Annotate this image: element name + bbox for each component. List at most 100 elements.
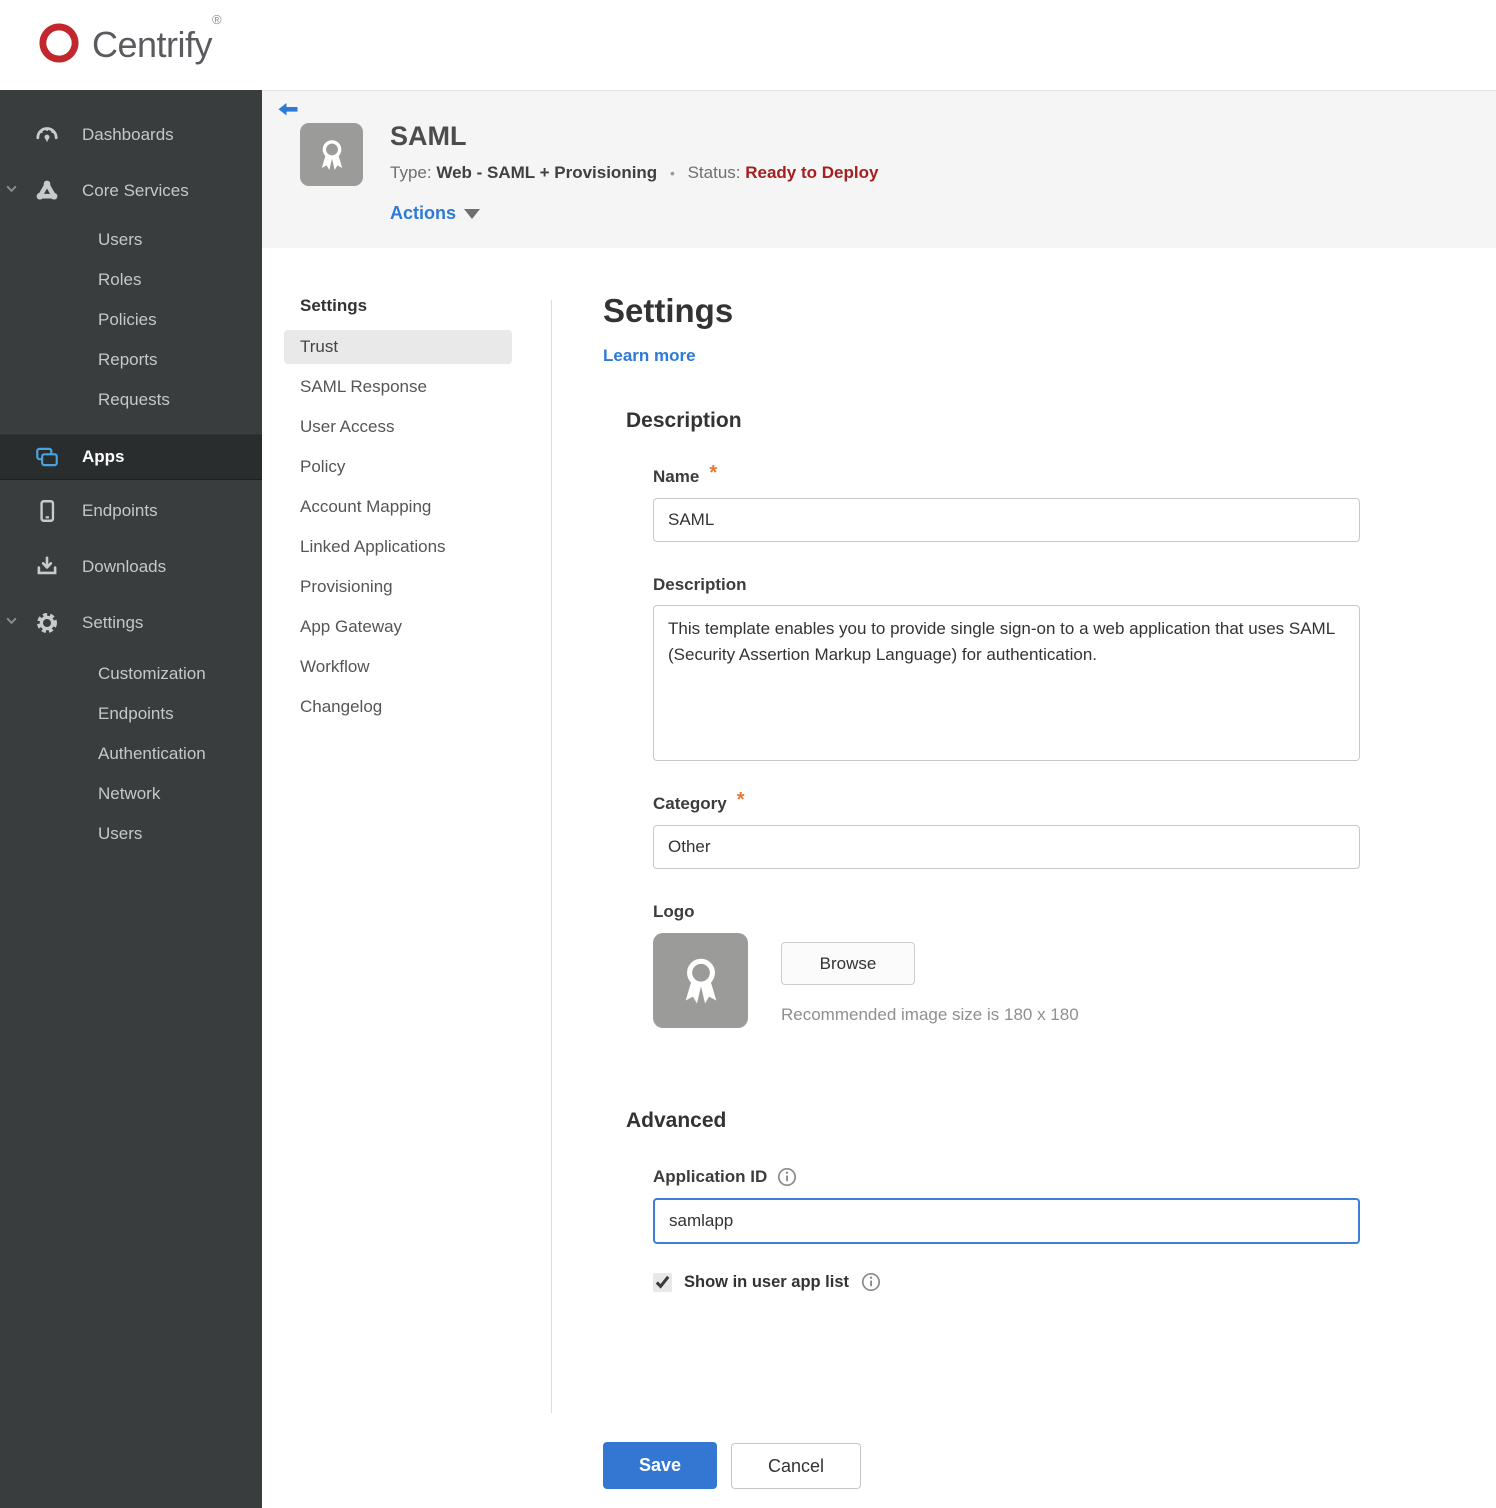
- sidebar-item-label: Network: [98, 784, 161, 803]
- name-label-row: Name *: [653, 462, 1373, 488]
- sidebar-item-endpoints-settings[interactable]: Endpoints: [0, 694, 262, 734]
- top-bar: Centrify®: [0, 0, 1496, 90]
- gauge-icon: [34, 122, 60, 148]
- application-id-label: Application ID: [653, 1167, 768, 1186]
- actions-menu-button[interactable]: Actions: [390, 203, 481, 224]
- sidebar-item-dashboards[interactable]: Dashboards: [0, 112, 262, 158]
- description-label-row: Description: [653, 574, 1373, 596]
- sidebar-item-label: Authentication: [98, 744, 206, 763]
- app-header: SAML Type: Web - SAML + Provisioning • S…: [262, 90, 1496, 248]
- form-footer: Save Cancel: [603, 1442, 1373, 1489]
- sidebar-item-label: Customization: [98, 664, 206, 683]
- subnav-item-account-mapping[interactable]: Account Mapping: [284, 487, 512, 527]
- info-icon[interactable]: [861, 1272, 881, 1292]
- subnav-item-provisioning[interactable]: Provisioning: [284, 567, 512, 607]
- app-title: SAML: [390, 121, 467, 151]
- logo-size-hint: Recommended image size is 180 x 180: [781, 1005, 1079, 1024]
- category-label: Category: [653, 794, 727, 813]
- subnav-item-trust[interactable]: Trust: [284, 330, 512, 364]
- sidebar-item-label: Dashboards: [82, 125, 174, 144]
- type-label: Type:: [390, 163, 432, 182]
- logo-label-row: Logo: [653, 901, 1373, 923]
- subnav-item-app-gateway[interactable]: App Gateway: [284, 607, 512, 647]
- mobile-device-icon: [34, 498, 60, 524]
- sidebar: Dashboards Core Services Users Roles Pol…: [0, 90, 262, 1508]
- sidebar-item-authentication[interactable]: Authentication: [0, 734, 262, 774]
- sidebar-item-policies[interactable]: Policies: [0, 300, 262, 340]
- sidebar-item-label: Apps: [82, 447, 125, 466]
- show-in-user-app-list-label: Show in user app list: [684, 1272, 850, 1291]
- sidebar-item-label: Downloads: [82, 557, 167, 576]
- show-in-user-app-list-row: Show in user app list: [653, 1272, 1373, 1292]
- sidebar-item-users[interactable]: Users: [0, 220, 262, 260]
- content-divider: [551, 300, 552, 1413]
- sidebar-item-core-services[interactable]: Core Services: [0, 168, 262, 214]
- application-id-input[interactable]: [653, 1198, 1360, 1244]
- name-input[interactable]: [653, 498, 1360, 542]
- description-textarea[interactable]: This template enables you to provide sin…: [653, 605, 1360, 761]
- subnav-item-user-access[interactable]: User Access: [284, 407, 512, 447]
- brand-logo[interactable]: Centrify®: [36, 12, 222, 71]
- sidebar-item-label: Roles: [98, 270, 142, 289]
- subnav-item-linked-applications[interactable]: Linked Applications: [284, 527, 512, 567]
- sidebar-item-label: Users: [98, 824, 143, 843]
- sidebar-item-reports[interactable]: Reports: [0, 340, 262, 380]
- sidebar-item-customization[interactable]: Customization: [0, 654, 262, 694]
- sidebar-item-label: Endpoints: [82, 501, 158, 520]
- cancel-button[interactable]: Cancel: [731, 1443, 861, 1489]
- app-subnav: Settings Trust SAML Response User Access…: [284, 296, 512, 727]
- name-label: Name: [653, 467, 700, 486]
- sidebar-item-settings[interactable]: Settings: [0, 600, 262, 646]
- description-section-heading: Description: [626, 409, 742, 432]
- subnav-item-workflow[interactable]: Workflow: [284, 647, 512, 687]
- required-asterisk: *: [709, 462, 718, 484]
- logo-label: Logo: [653, 902, 695, 921]
- chevron-down-icon: [5, 182, 18, 200]
- advanced-section-heading: Advanced: [626, 1109, 727, 1132]
- application-id-label-row: Application ID: [653, 1166, 1373, 1188]
- caret-down-icon: [464, 208, 481, 219]
- brand-name: Centrify®: [92, 12, 222, 65]
- sidebar-item-requests[interactable]: Requests: [0, 380, 262, 420]
- sidebar-item-endpoints[interactable]: Endpoints: [0, 488, 262, 534]
- status-label: Status:: [687, 163, 741, 182]
- save-button[interactable]: Save: [603, 1442, 717, 1489]
- subnav-item-saml-response[interactable]: SAML Response: [284, 367, 512, 407]
- subnav-heading: Settings: [300, 296, 368, 315]
- sidebar-item-network[interactable]: Network: [0, 774, 262, 814]
- info-icon[interactable]: [777, 1167, 797, 1187]
- sidebar-item-label: Reports: [98, 350, 158, 369]
- sidebar-item-label: Endpoints: [98, 704, 174, 723]
- description-label: Description: [653, 575, 747, 594]
- subnav-item-changelog[interactable]: Changelog: [284, 687, 512, 727]
- type-value: Web - SAML + Provisioning: [436, 163, 658, 182]
- app-logo-icon: [300, 123, 363, 186]
- page-title: Settings: [603, 292, 734, 329]
- browse-button[interactable]: Browse: [781, 942, 915, 985]
- sidebar-item-roles[interactable]: Roles: [0, 260, 262, 300]
- sidebar-item-label: Policies: [98, 310, 157, 329]
- show-in-user-app-list-checkbox[interactable]: [653, 1272, 672, 1292]
- required-asterisk: *: [736, 789, 745, 811]
- logo-row: Browse Recommended image size is 180 x 1…: [653, 933, 1373, 1028]
- sidebar-item-label: Requests: [98, 390, 170, 409]
- back-arrow-icon[interactable]: [276, 99, 300, 123]
- core-services-icon: [34, 178, 60, 204]
- app-meta-row: Type: Web - SAML + Provisioning • Status…: [390, 163, 878, 183]
- settings-panel: Settings Learn more Description Name * D…: [603, 292, 1373, 1489]
- chevron-down-icon: [5, 614, 18, 632]
- sidebar-item-apps[interactable]: Apps: [0, 434, 262, 480]
- subnav-item-policy[interactable]: Policy: [284, 447, 512, 487]
- category-label-row: Category *: [653, 789, 1373, 815]
- sidebar-item-label: Settings: [82, 613, 144, 632]
- gear-icon: [34, 610, 60, 636]
- category-input[interactable]: [653, 825, 1360, 869]
- sidebar-item-label: Users: [98, 230, 143, 249]
- app-logo-preview: [653, 933, 748, 1028]
- sidebar-item-downloads[interactable]: Downloads: [0, 544, 262, 590]
- sidebar-item-users-settings[interactable]: Users: [0, 814, 262, 854]
- sidebar-item-label: Core Services: [82, 181, 189, 200]
- registered-mark: ®: [212, 12, 222, 27]
- learn-more-link[interactable]: Learn more: [603, 346, 696, 366]
- download-icon: [34, 554, 60, 580]
